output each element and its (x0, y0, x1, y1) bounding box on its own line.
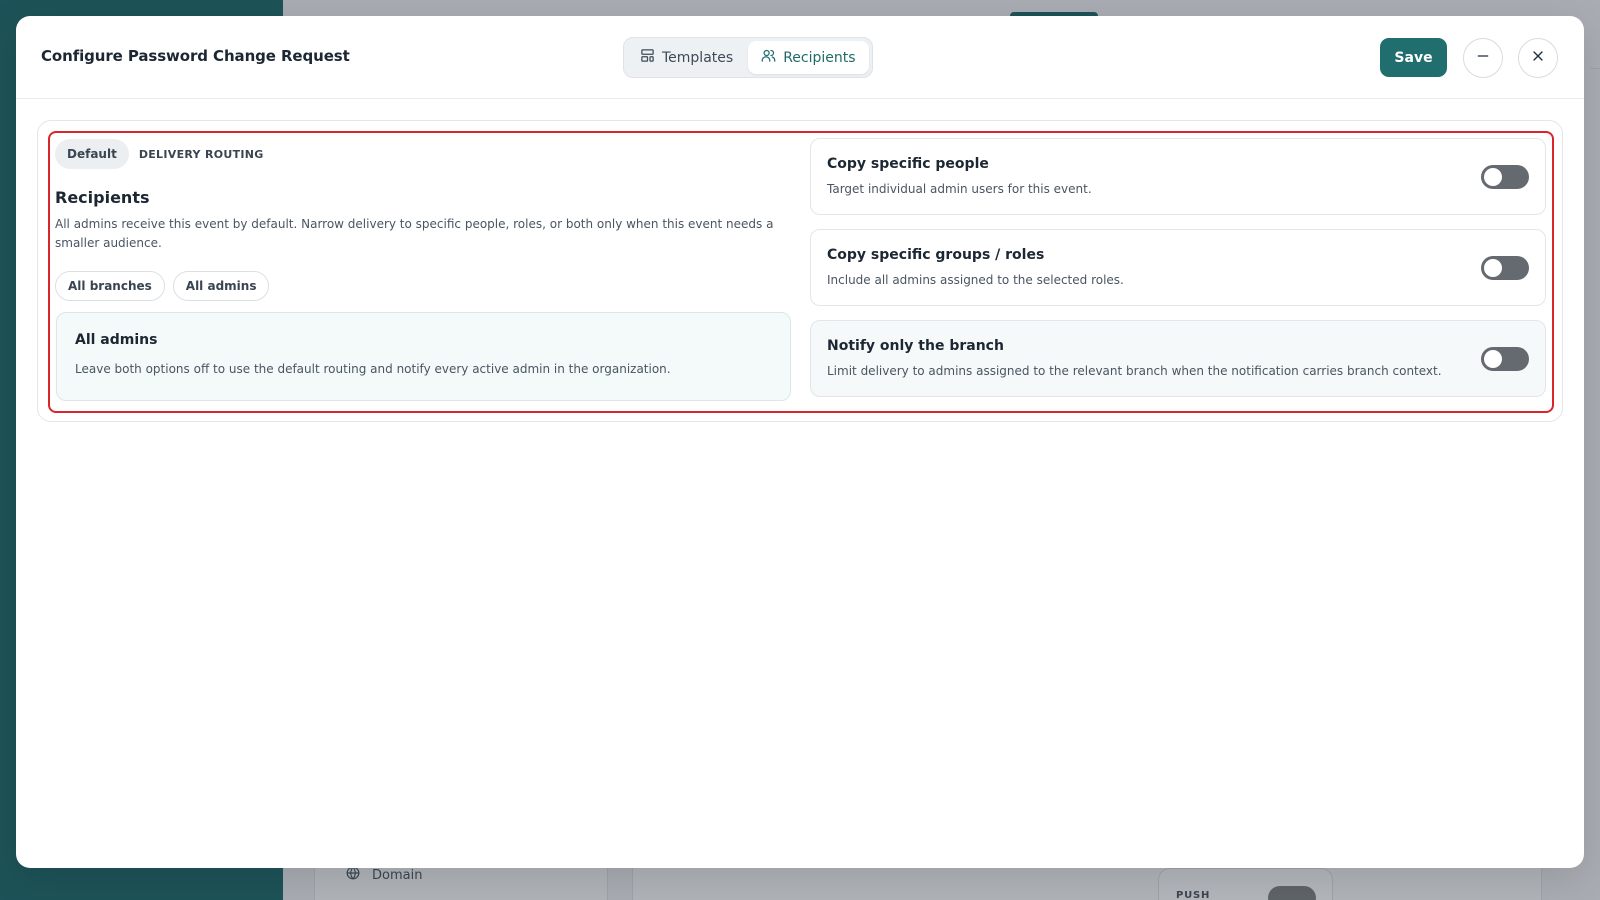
users-icon (761, 48, 776, 67)
configure-modal: Configure Password Change Request Templa… (16, 16, 1584, 868)
recipients-heading: Recipients (55, 188, 150, 207)
close-button[interactable] (1518, 38, 1558, 78)
default-chip: Default (55, 139, 129, 169)
routing-options: Copy specific people Target individual a… (810, 138, 1546, 411)
copy-specific-groups-toggle[interactable] (1481, 256, 1529, 280)
option-title: Notify only the branch (827, 338, 1004, 354)
option-copy-specific-groups: Copy specific groups / roles Include all… (810, 229, 1546, 306)
scope-pills: All branches All admins (55, 271, 790, 301)
tab-recipients-label: Recipients (783, 49, 856, 66)
modal-header: Configure Password Change Request Templa… (16, 16, 1584, 99)
background-divider (1590, 68, 1600, 69)
view-switcher: Templates Recipients (623, 37, 873, 78)
modal-title: Configure Password Change Request (41, 47, 350, 65)
option-title: Copy specific groups / roles (827, 247, 1045, 263)
save-button[interactable]: Save (1380, 38, 1447, 77)
tab-templates[interactable]: Templates (627, 41, 746, 74)
recipients-description: All admins receive this event by default… (55, 217, 774, 250)
info-card-title: All admins (75, 332, 158, 348)
option-description: Limit delivery to admins assigned to the… (827, 364, 1442, 378)
option-description: Target individual admin users for this e… (827, 182, 1092, 196)
routing-summary: Default DELIVERY ROUTING Recipients All … (55, 138, 790, 301)
minus-icon (1475, 48, 1491, 68)
notify-only-branch-toggle[interactable] (1481, 347, 1529, 371)
background-sidebar-item-label: Domain (372, 867, 423, 883)
option-copy-specific-people: Copy specific people Target individual a… (810, 138, 1546, 215)
toggle-knob (1484, 168, 1502, 186)
copy-specific-people-toggle[interactable] (1481, 165, 1529, 189)
tab-templates-label: Templates (662, 49, 734, 66)
delivery-routing-eyebrow: DELIVERY ROUTING (138, 147, 264, 161)
pill-all-admins: All admins (172, 271, 270, 301)
globe-icon (346, 866, 360, 884)
tab-recipients[interactable]: Recipients (748, 41, 869, 74)
background-sidebar-item-domain: Domain (346, 866, 422, 884)
routing-chip-row: Default DELIVERY ROUTING (55, 138, 790, 170)
option-notify-only-branch: Notify only the branch Limit delivery to… (810, 320, 1546, 397)
pill-all-branches: All branches (55, 271, 165, 301)
close-icon (1530, 48, 1546, 68)
option-description: Include all admins assigned to the selec… (827, 273, 1124, 287)
background-push-label: PUSH (1176, 890, 1211, 900)
routing-panel: Default DELIVERY ROUTING Recipients All … (37, 120, 1563, 422)
toggle-knob (1484, 350, 1502, 368)
minimize-button[interactable] (1463, 38, 1503, 78)
layout-template-icon (640, 48, 655, 67)
option-title: Copy specific people (827, 156, 989, 172)
background-push-toggle (1268, 886, 1316, 900)
all-admins-info-card: All admins Leave both options off to use… (56, 312, 791, 401)
toggle-knob (1484, 259, 1502, 277)
info-card-description: Leave both options off to use the defaul… (75, 362, 671, 376)
